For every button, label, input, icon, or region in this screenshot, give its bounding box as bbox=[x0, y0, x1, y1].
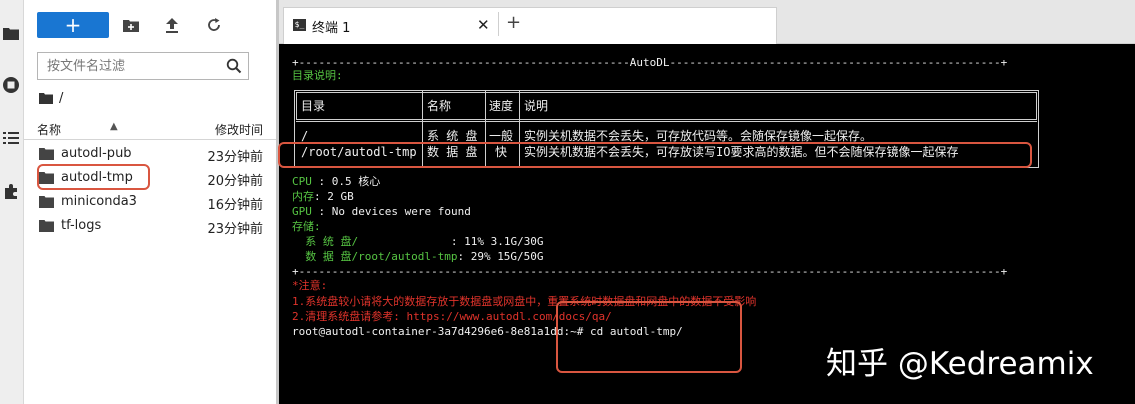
tab-terminal-1[interactable]: $_ 终端 1 ✕ + bbox=[283, 7, 777, 44]
file-browser-toolbar: + bbox=[24, 12, 276, 40]
data-disk-label: 数 据 盘/root/autodl-tmp bbox=[292, 250, 458, 263]
sys-disk-value: : 11% 3.1G/30G bbox=[358, 235, 544, 248]
table-separator bbox=[296, 121, 1037, 122]
terminal-gpu-line: GPU : No devices were found bbox=[292, 205, 471, 219]
commands-icon[interactable] bbox=[0, 127, 22, 149]
table-header-cell: 名称 bbox=[427, 99, 452, 113]
column-header-name[interactable]: 名称 bbox=[37, 121, 61, 138]
table-header-cell: 速度 bbox=[489, 99, 514, 113]
terminal-border-bottom: +---------------------------------------… bbox=[292, 265, 1008, 278]
mem-label: 内存 bbox=[292, 190, 314, 203]
breadcrumb-root[interactable]: / bbox=[59, 91, 63, 106]
file-list-header: 名称 ▲ 修改时间 bbox=[24, 118, 276, 140]
file-modified: 20分钟前 bbox=[207, 174, 263, 189]
file-row-tf-logs[interactable]: tf-logs 23分钟前 bbox=[24, 214, 276, 238]
gpu-value: : No devices were found bbox=[311, 205, 471, 218]
file-name: miniconda3 bbox=[61, 194, 137, 209]
terminal-sys-disk-line: 系 统 盘/ : 11% 3.1G/30G bbox=[292, 235, 544, 249]
folder-icon bbox=[39, 220, 54, 232]
file-browser-panel: + / 名称 ▲ 修改时间 autodl-pub 23分钟前 autodl-tm… bbox=[24, 0, 276, 404]
file-filter-input[interactable] bbox=[38, 53, 218, 79]
running-icon[interactable] bbox=[0, 74, 22, 96]
refresh-icon[interactable] bbox=[205, 16, 223, 34]
terminal-border-top: +---------------------------------------… bbox=[292, 56, 1008, 69]
table-cell: / bbox=[301, 129, 309, 143]
terminal-cpu-line: CPU : 0.5 核心 bbox=[292, 175, 380, 189]
terminal-notice-title: *注意: bbox=[292, 279, 328, 292]
tab-bar: $_ 终端 1 ✕ + bbox=[279, 0, 1135, 44]
table-header-cell: 说明 bbox=[524, 99, 549, 113]
terminal-data-disk-line: 数 据 盘/root/autodl-tmp: 29% 15G/50G bbox=[292, 250, 544, 264]
column-header-modified[interactable]: 修改时间 bbox=[215, 121, 263, 138]
terminal-dir-heading: 目录说明: bbox=[292, 69, 343, 82]
tab-label: 终端 1 bbox=[312, 21, 351, 36]
watermark: 知乎 @Kedreamix bbox=[826, 346, 1094, 382]
folder-icon bbox=[39, 196, 54, 208]
gpu-label: GPU bbox=[292, 205, 312, 218]
file-filter-field bbox=[37, 52, 249, 80]
close-icon[interactable]: ✕ bbox=[477, 17, 490, 33]
folder-icon[interactable] bbox=[0, 22, 22, 44]
breadcrumb-folder-icon[interactable] bbox=[39, 92, 53, 104]
terminal-icon: $_ bbox=[293, 19, 306, 31]
upload-icon[interactable] bbox=[163, 16, 181, 34]
annotation-highlight-cd-command bbox=[556, 301, 742, 373]
cpu-label: CPU bbox=[292, 175, 312, 188]
folder-icon bbox=[39, 148, 54, 160]
sys-disk-label: 系 统 盘/ bbox=[292, 235, 359, 248]
file-modified: 23分钟前 bbox=[207, 150, 263, 165]
breadcrumb: / bbox=[39, 89, 63, 107]
table-cell: 系 统 盘 bbox=[427, 129, 478, 143]
table-cell: 实例关机数据不会丢失，可存放代码等。会随保存镜像一起保存。 bbox=[524, 129, 873, 143]
file-row-autodl-pub[interactable]: autodl-pub 23分钟前 bbox=[24, 142, 276, 166]
table-header-row bbox=[296, 92, 1037, 120]
extension-icon[interactable] bbox=[0, 180, 22, 202]
sort-ascending-icon: ▲ bbox=[110, 121, 118, 132]
annotation-highlight-data-disk-row bbox=[278, 142, 1032, 168]
file-name: tf-logs bbox=[61, 218, 102, 233]
table-cell: 一般 bbox=[489, 129, 514, 143]
new-folder-icon[interactable] bbox=[122, 16, 140, 34]
terminal-mem-line: 内存: 2 GB bbox=[292, 190, 354, 204]
activity-rail bbox=[0, 0, 24, 404]
search-icon bbox=[226, 58, 242, 74]
file-modified: 23分钟前 bbox=[207, 222, 263, 237]
file-row-miniconda3[interactable]: miniconda3 16分钟前 bbox=[24, 190, 276, 214]
add-tab-icon[interactable]: + bbox=[506, 13, 521, 33]
data-disk-value: : 29% 15G/50G bbox=[457, 250, 544, 263]
mem-value: : 2 GB bbox=[314, 190, 354, 203]
tab-divider bbox=[498, 12, 499, 36]
table-header-cell: 目录 bbox=[301, 99, 326, 113]
terminal-storage-label: 存储: bbox=[292, 220, 321, 233]
file-modified: 16分钟前 bbox=[207, 198, 263, 213]
cpu-value: : 0.5 核心 bbox=[311, 175, 381, 188]
file-name: autodl-pub bbox=[61, 146, 132, 161]
annotation-highlight-autodl-tmp bbox=[37, 164, 150, 190]
new-launcher-button[interactable]: + bbox=[37, 12, 109, 38]
